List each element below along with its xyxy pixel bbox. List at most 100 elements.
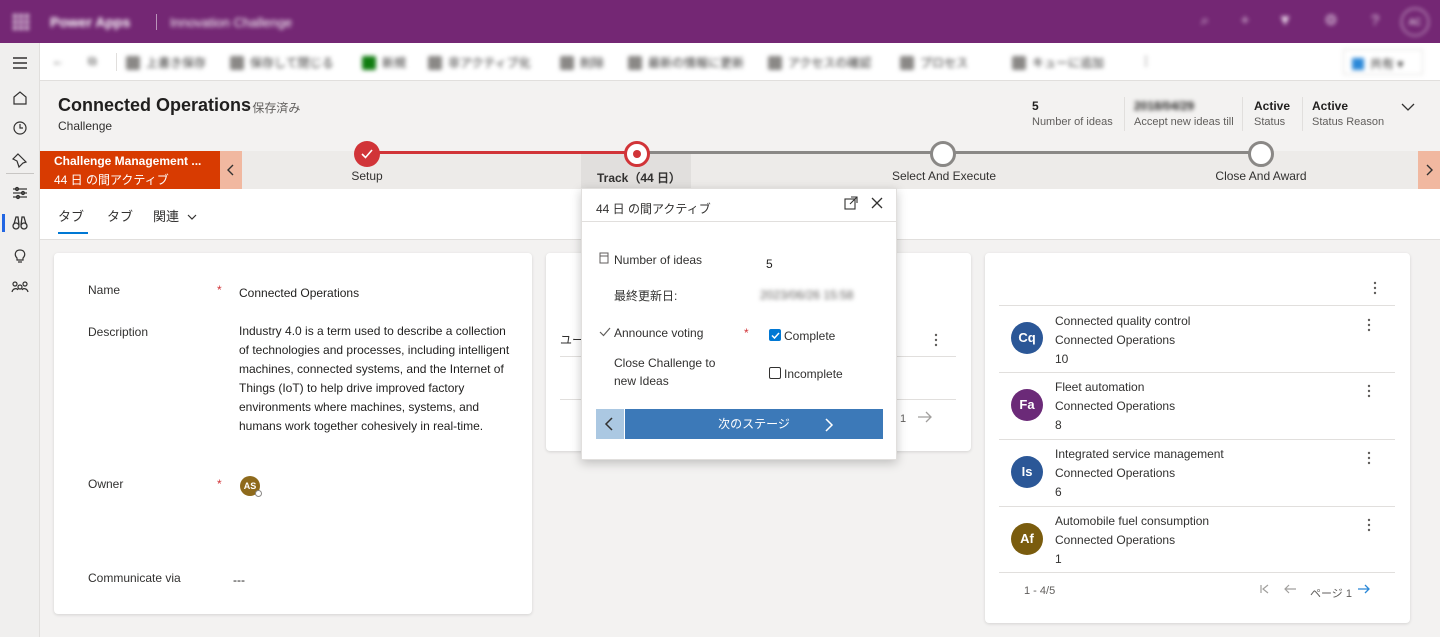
ideas-bulb-icon[interactable]: [10, 245, 30, 265]
environment-name[interactable]: Innovation Challenge: [170, 15, 292, 30]
dock-flyout-icon[interactable]: [844, 196, 858, 210]
delete-button[interactable]: 削除: [560, 54, 604, 71]
previous-page-icon[interactable]: [1283, 583, 1297, 595]
list-item[interactable]: Fa Fleet automation Connected Operations…: [999, 372, 1395, 439]
save-button[interactable]: 上書き保存: [126, 54, 206, 71]
idea-votes: 8: [1055, 418, 1062, 432]
idea-challenge: Connected Operations: [1055, 533, 1176, 547]
deactivate-icon: [428, 56, 442, 70]
name-label: Name: [88, 283, 121, 297]
bpf-previous-button[interactable]: [220, 151, 242, 189]
row-more-options-icon[interactable]: [1367, 518, 1371, 532]
deactivate-button[interactable]: 非アクティブ化: [428, 54, 531, 71]
header-field-label: Status Reason: [1312, 116, 1385, 128]
close-challenge-checkbox[interactable]: [769, 367, 781, 379]
back-arrow-icon[interactable]: ←: [52, 54, 64, 68]
next-stage-label: 次のステージ: [718, 417, 790, 431]
description-label: Description: [88, 325, 149, 339]
list-item[interactable]: Is Integrated service management Connect…: [999, 439, 1395, 506]
process-button[interactable]: プロセス: [900, 54, 968, 71]
stage-label-close-and-award[interactable]: Close And Award: [1215, 169, 1306, 183]
people-network-icon[interactable]: [10, 277, 30, 297]
open-new-window-icon[interactable]: ⧉: [88, 54, 97, 69]
settings-gear-icon[interactable]: ⚙: [1322, 12, 1340, 30]
app-launcher-icon[interactable]: [12, 13, 30, 31]
more-options-icon[interactable]: [1373, 281, 1377, 295]
search-icon[interactable]: ⌕: [1196, 12, 1214, 30]
next-page-icon[interactable]: [1357, 583, 1371, 595]
previous-stage-button[interactable]: [596, 409, 624, 439]
name-field[interactable]: Connected Operations: [239, 286, 359, 300]
close-challenge-option[interactable]: Incomplete: [784, 367, 843, 381]
record-header: Connected Operations - 保存済み Challenge 5 …: [40, 81, 1440, 151]
new-icon[interactable]: +: [1236, 12, 1254, 30]
stage-setup-complete-icon[interactable]: [354, 141, 380, 167]
bpf-next-button[interactable]: [1418, 151, 1440, 189]
binoculars-icon[interactable]: [10, 213, 30, 233]
header-field-value: Active: [1312, 99, 1349, 113]
expand-header-chevron-icon[interactable]: [1400, 99, 1416, 115]
stage-track-active-icon[interactable]: [624, 141, 650, 167]
refresh-label: 最新の情報に更新: [648, 56, 745, 70]
new-button[interactable]: 新規: [362, 54, 406, 71]
communicate-via-field[interactable]: ---: [233, 573, 245, 587]
description-field[interactable]: Industry 4.0 is a term used to describe …: [239, 322, 511, 436]
next-stage-button[interactable]: 次のステージ: [625, 409, 883, 439]
row-more-options-icon[interactable]: [1367, 384, 1371, 398]
tab-related-label: 関連: [153, 209, 180, 224]
idea-avatar: Is: [1011, 456, 1043, 488]
app-name[interactable]: Power Apps: [50, 14, 130, 30]
announce-voting-label: Announce voting: [614, 326, 704, 340]
list-item[interactable]: Cq Connected quality control Connected O…: [999, 305, 1395, 372]
user-avatar[interactable]: AC: [1401, 8, 1429, 36]
stage-label-setup[interactable]: Setup: [351, 169, 382, 183]
presence-status-icon: [255, 490, 262, 497]
tab-related[interactable]: 関連: [153, 206, 197, 225]
stage-close-award-icon[interactable]: [1248, 141, 1274, 167]
filter-icon[interactable]: ▼: [1276, 12, 1294, 30]
idea-title[interactable]: Connected quality control: [1055, 314, 1190, 328]
check-access-button[interactable]: アクセスの確認: [768, 54, 871, 71]
more-commands-icon[interactable]: ⋮: [1140, 54, 1152, 68]
stage-label-select-and-execute[interactable]: Select And Execute: [892, 169, 996, 183]
pinned-icon[interactable]: [10, 150, 30, 170]
stage-label-track[interactable]: Track（44 日）: [597, 169, 681, 186]
announce-voting-checkbox[interactable]: [769, 329, 781, 341]
tab-summary[interactable]: タブ: [58, 206, 84, 225]
row-more-options-icon[interactable]: [1367, 318, 1371, 332]
announce-voting-option[interactable]: Complete: [784, 329, 835, 343]
entity-name: Challenge: [58, 119, 113, 133]
recent-clock-icon[interactable]: [10, 118, 30, 138]
active-process-block[interactable]: Challenge Management ... 44 日 の間アクティブ: [40, 151, 220, 189]
record-title: Connected Operations: [58, 95, 252, 115]
process-icon: [900, 56, 914, 70]
tab-secondary[interactable]: タブ: [107, 206, 133, 225]
add-to-queue-button[interactable]: キューに追加: [1012, 54, 1104, 71]
hamburger-menu-icon[interactable]: [10, 53, 30, 73]
header-field-status: Active Status: [1254, 99, 1290, 128]
idea-title[interactable]: Automobile fuel consumption: [1055, 514, 1209, 528]
business-process-flow: Challenge Management ... 44 日 の間アクティブ Se…: [40, 141, 1440, 189]
help-icon[interactable]: ?: [1366, 12, 1384, 30]
more-options-icon[interactable]: [934, 333, 938, 347]
next-page-arrow-icon[interactable]: [917, 410, 933, 424]
idea-avatar: Cq: [1011, 322, 1043, 354]
idea-votes: 6: [1055, 485, 1062, 499]
list-item[interactable]: Af Automobile fuel consumption Connected…: [999, 506, 1395, 573]
refresh-button[interactable]: 最新の情報に更新: [628, 54, 744, 71]
challenges-icon[interactable]: [10, 183, 30, 203]
page-indicator: ページ 1: [1310, 588, 1352, 600]
share-button[interactable]: 共有 ▾: [1343, 49, 1423, 75]
home-icon[interactable]: [10, 88, 30, 108]
idea-title[interactable]: Integrated service management: [1055, 447, 1224, 461]
tab-selected-indicator: [58, 232, 88, 234]
first-page-icon[interactable]: [1259, 583, 1271, 595]
completed-stage-connector: [366, 151, 638, 154]
stage-select-execute-icon[interactable]: [930, 141, 956, 167]
idea-title[interactable]: Fleet automation: [1055, 380, 1144, 394]
header-field-accept-ideas-till: 2018/04/29 Accept new ideas till: [1134, 99, 1234, 128]
save-and-close-button[interactable]: 保存して閉じる: [230, 54, 334, 71]
row-more-options-icon[interactable]: [1367, 451, 1371, 465]
share-icon: [1352, 58, 1364, 70]
close-icon[interactable]: [870, 196, 884, 210]
